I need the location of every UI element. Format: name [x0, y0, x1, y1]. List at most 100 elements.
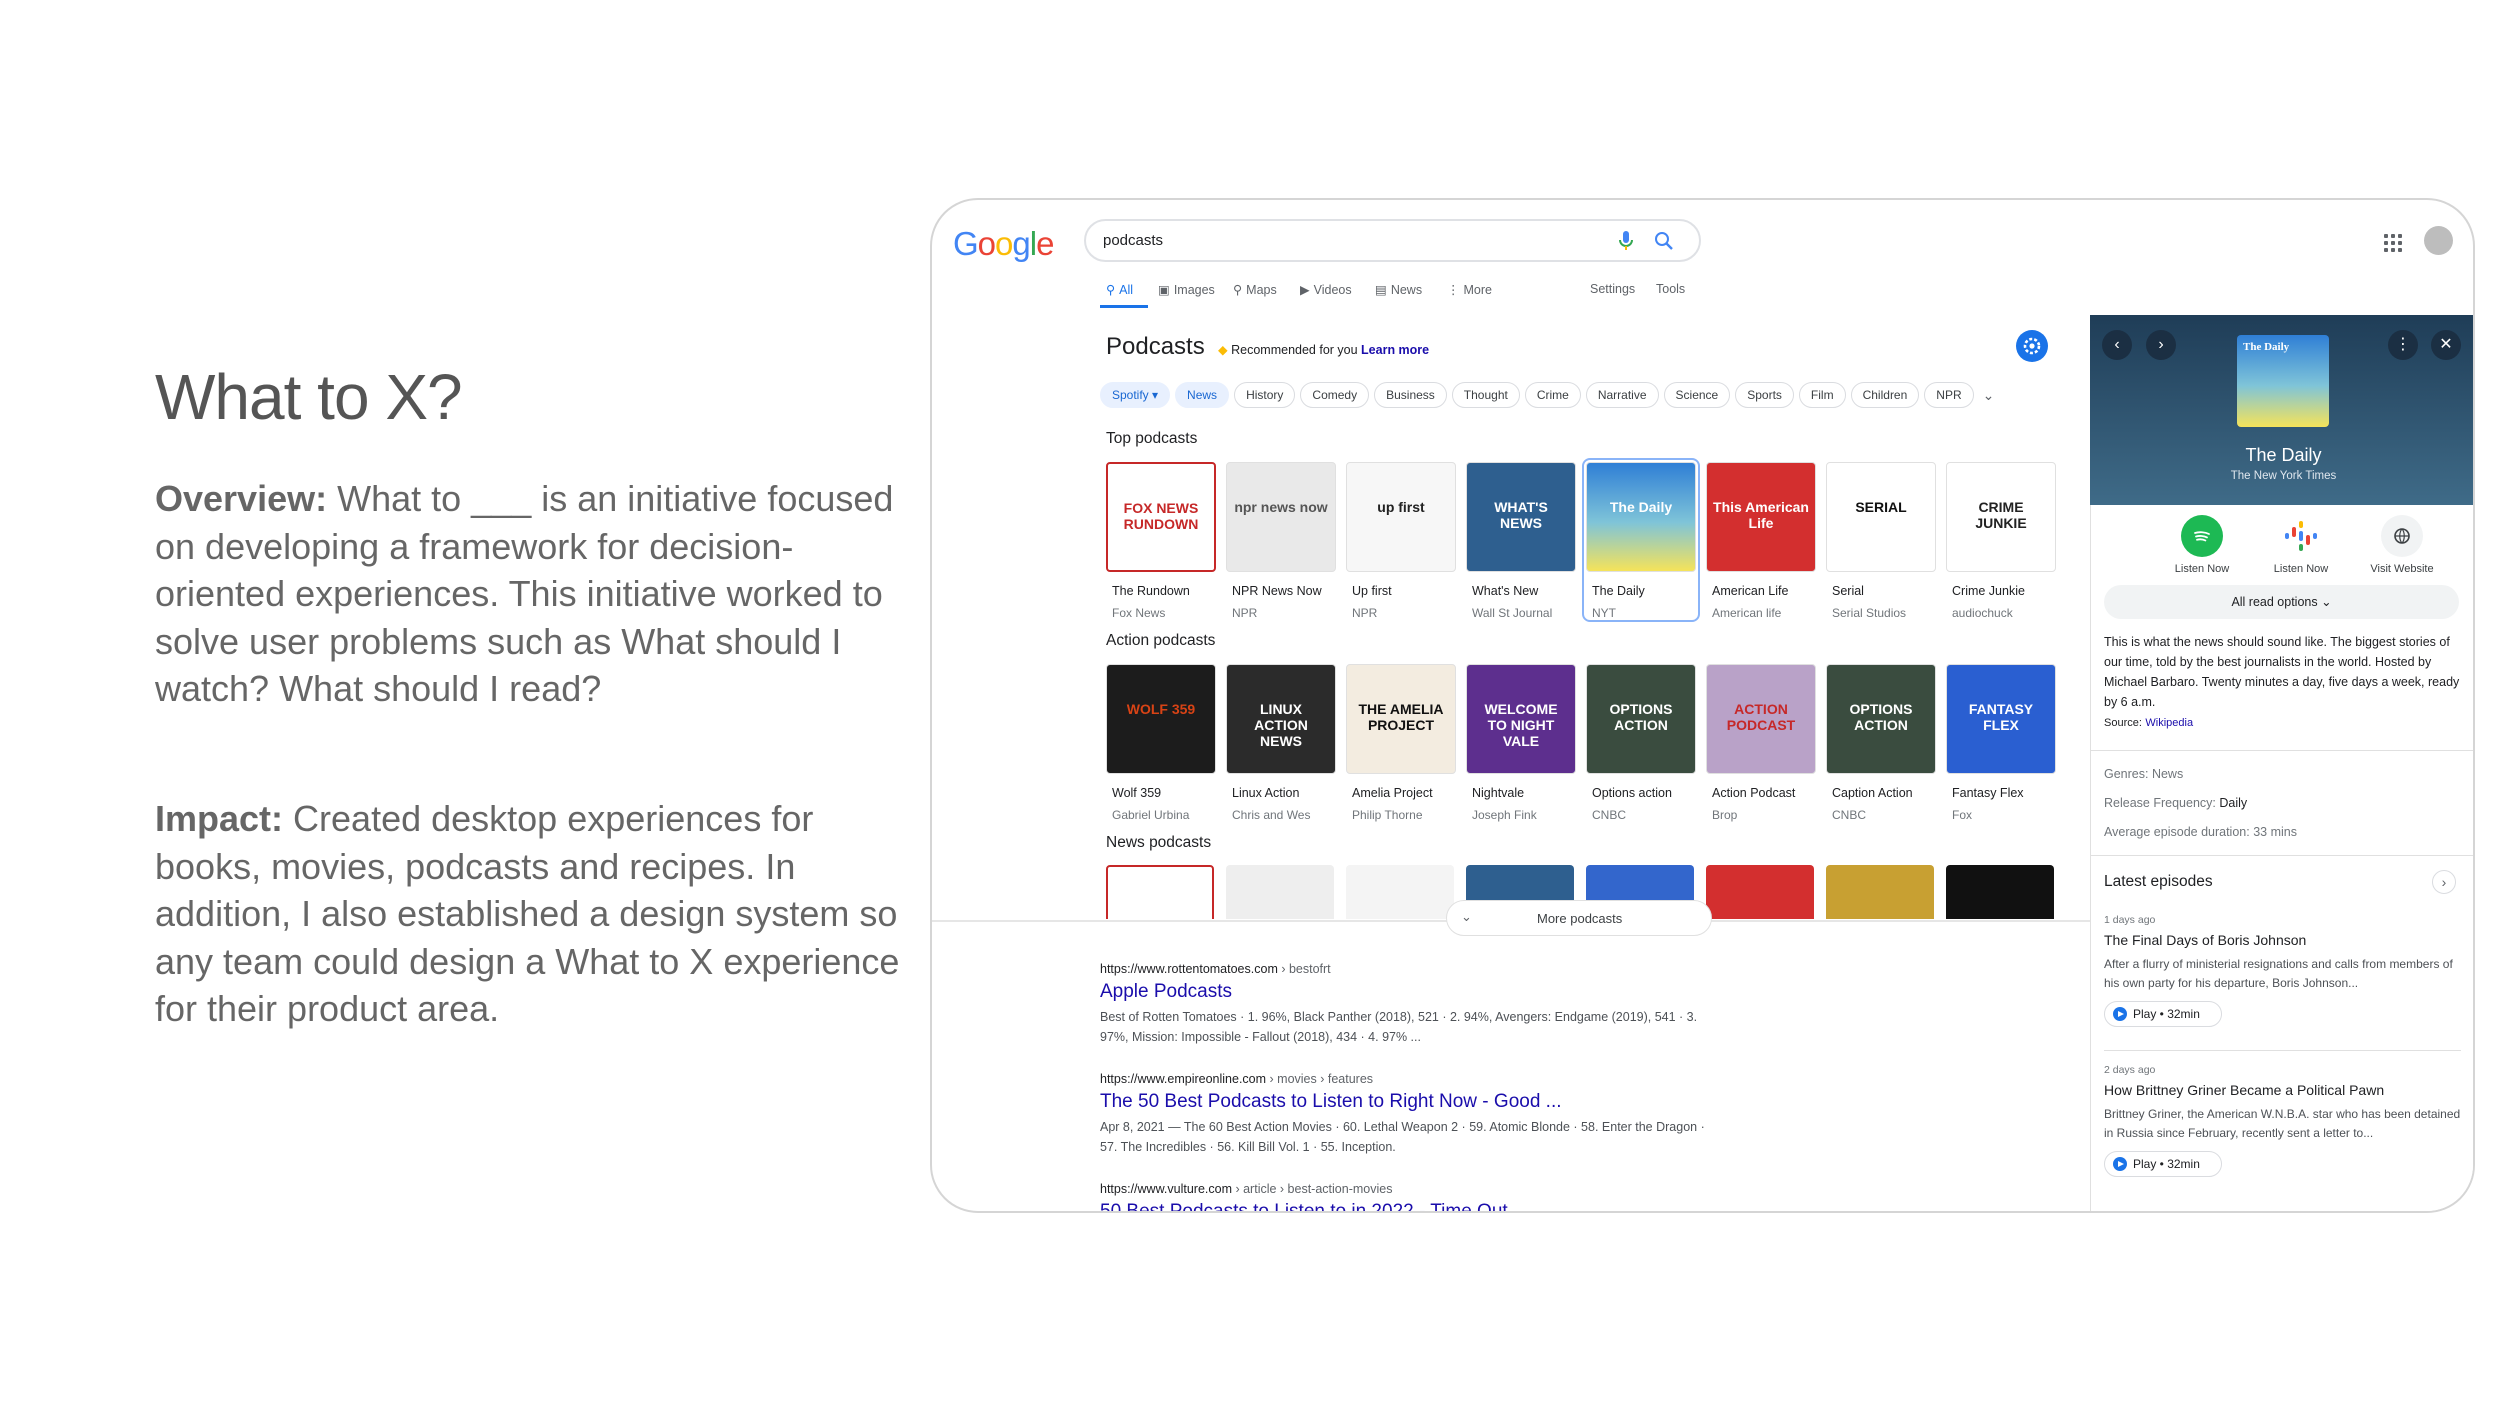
chip-npr[interactable]: NPR: [1924, 382, 1974, 408]
podcast-cover-text: WELCOME TO NIGHT VALE: [1484, 701, 1558, 749]
podcast-cover[interactable]: ACTION PODCAST: [1706, 664, 1816, 774]
podcast-cover-text: npr news now: [1234, 499, 1328, 515]
podcast-cover[interactable]: SERIAL: [1826, 462, 1936, 572]
avatar[interactable]: [2424, 226, 2453, 255]
mic-icon[interactable]: [1618, 230, 1634, 252]
podcast-name[interactable]: Fantasy Flex: [1952, 786, 2024, 800]
chip-business[interactable]: Business: [1374, 382, 1447, 408]
tab-images[interactable]: ▣ Images: [1158, 282, 1215, 298]
chevron-down-icon[interactable]: ⌄: [1979, 382, 1995, 408]
podcast-name[interactable]: Options action: [1592, 786, 1672, 800]
wikipedia-link[interactable]: Wikipedia: [2145, 717, 2193, 729]
podcast-cover[interactable]: WOLF 359: [1106, 664, 1216, 774]
podcast-name[interactable]: Nightvale: [1472, 786, 1524, 800]
settings-link[interactable]: Settings: [1590, 282, 1635, 296]
play-button[interactable]: Play • 32min: [2104, 1001, 2222, 1027]
podcast-cover[interactable]: This American Life: [1706, 462, 1816, 572]
chip-spotify[interactable]: Spotify ▾: [1100, 382, 1171, 408]
podcast-cover[interactable]: THE AMELIA PROJECT: [1346, 664, 1456, 774]
more-podcasts-button[interactable]: ⌄ More podcasts: [1446, 900, 1712, 936]
podcast-publisher: NPR: [1232, 606, 1258, 620]
podcast-name[interactable]: Action Podcast: [1712, 786, 1795, 800]
chip-science[interactable]: Science: [1663, 382, 1731, 408]
play-button[interactable]: Play • 32min: [2104, 1151, 2222, 1177]
tools-link[interactable]: Tools: [1656, 282, 1685, 296]
podcast-publisher: NPR: [1352, 606, 1378, 620]
chip-narrative[interactable]: Narrative: [1585, 382, 1659, 408]
tab-news[interactable]: ▤ News: [1375, 282, 1422, 298]
podcast-name[interactable]: The Daily: [1592, 584, 1645, 598]
image-icon: ▣: [1158, 283, 1170, 297]
podcast-name[interactable]: Wolf 359: [1112, 786, 1161, 800]
podcast-cover[interactable]: OPTIONS ACTION: [1586, 664, 1696, 774]
chip-news[interactable]: News: [1175, 382, 1230, 408]
chip-crime[interactable]: Crime: [1524, 382, 1581, 408]
podcast-name[interactable]: What's New: [1472, 584, 1538, 598]
search-small-icon: ⚲: [1106, 283, 1116, 297]
spotify-listen-button[interactable]: Listen Now: [2162, 515, 2242, 575]
tab-maps[interactable]: ⚲ Maps: [1233, 282, 1277, 298]
chip-history[interactable]: History: [1234, 382, 1296, 408]
podcast-publisher: American life: [1712, 606, 1782, 620]
podcast-cover-text: WOLF 359: [1126, 701, 1196, 717]
podcast-cover[interactable]: npr news now: [1226, 462, 1336, 572]
google-logo[interactable]: Google: [953, 225, 1054, 263]
podcast-name[interactable]: Serial: [1832, 584, 1864, 598]
more-vert-icon[interactable]: ⋮: [2388, 330, 2418, 360]
episode-item[interactable]: 1 days ago The Final Days of Boris Johns…: [2104, 914, 2461, 1027]
podcast-name[interactable]: Crime Junkie: [1952, 584, 2025, 598]
learn-more-link[interactable]: Learn more: [1361, 343, 1429, 357]
tab-videos[interactable]: ▶ Videos: [1300, 282, 1352, 298]
chip-children[interactable]: Children: [1850, 382, 1920, 408]
apps-grid-icon[interactable]: [2384, 234, 2402, 252]
result-title[interactable]: Apple Podcasts: [1100, 981, 1720, 1003]
search-query[interactable]: podcasts: [1103, 232, 1163, 249]
close-icon[interactable]: ✕: [2431, 330, 2461, 360]
prev-icon[interactable]: ‹: [2102, 330, 2132, 360]
visit-website-button[interactable]: Visit Website: [2362, 515, 2442, 575]
settings-gear-icon[interactable]: [2016, 330, 2048, 362]
search-result-1[interactable]: https://www.rottentomatoes.com › bestofr…: [1100, 962, 1720, 1047]
tab-more[interactable]: ⋮ More: [1447, 282, 1492, 298]
podcast-cover[interactable]: OPTIONS ACTION: [1826, 664, 1936, 774]
podcast-cover[interactable]: LINUX ACTION NEWS: [1226, 664, 1336, 774]
podcast-name[interactable]: NPR News Now: [1232, 584, 1322, 598]
next-icon[interactable]: ›: [2146, 330, 2176, 360]
search-box[interactable]: podcasts: [1084, 219, 1701, 262]
search-result-3[interactable]: https://www.vulture.com › article › best…: [1100, 1182, 1508, 1211]
google-podcasts-icon: [2280, 515, 2322, 557]
chip-thought[interactable]: Thought: [1451, 382, 1520, 408]
result-title[interactable]: The 50 Best Podcasts to Listen to Right …: [1100, 1091, 1720, 1113]
podcast-cover[interactable]: WELCOME TO NIGHT VALE: [1466, 664, 1576, 774]
chip-sports[interactable]: Sports: [1735, 382, 1794, 408]
podcast-name[interactable]: Linux Action: [1232, 786, 1299, 800]
podcast-cover[interactable]: The Daily: [1586, 462, 1696, 572]
search-result-2[interactable]: https://www.empireonline.com › movies › …: [1100, 1072, 1720, 1157]
podcast-cover[interactable]: WHAT'S NEWS: [1466, 462, 1576, 572]
podcast-name[interactable]: Caption Action: [1832, 786, 1913, 800]
chip-film[interactable]: Film: [1798, 382, 1846, 408]
episode-item[interactable]: 2 days ago How Brittney Griner Became a …: [2104, 1064, 2461, 1177]
podcast-cover[interactable]: FOX NEWS RUNDOWN: [1106, 462, 1216, 572]
read-options-button[interactable]: All read options ⌄: [2104, 585, 2459, 619]
chevron-right-icon[interactable]: ›: [2432, 870, 2456, 894]
news-icon: ▤: [1375, 283, 1387, 297]
podcast-cover[interactable]: CRIME JUNKIE: [1946, 462, 2056, 572]
result-title[interactable]: 50 Best Podcasts to Listen to in 2022 - …: [1100, 1201, 1508, 1211]
search-icon[interactable]: [1654, 231, 1674, 251]
duration-row: Average episode duration: 33 mins: [2104, 825, 2297, 839]
podcast-cover[interactable]: FANTASY FLEX: [1946, 664, 2056, 774]
google-podcasts-listen-button[interactable]: Listen Now: [2261, 515, 2341, 575]
slide-title: What to X?: [155, 361, 463, 433]
genres-row: Genres: News: [2104, 767, 2184, 781]
podcast-name[interactable]: American Life: [1712, 584, 1788, 598]
podcast-cover[interactable]: up first: [1346, 462, 1456, 572]
podcast-name[interactable]: The Rundown: [1112, 584, 1190, 598]
podcast-name[interactable]: Amelia Project: [1352, 786, 1433, 800]
chip-comedy[interactable]: Comedy: [1300, 382, 1370, 408]
podcast-cover-text: The Daily: [1609, 499, 1673, 515]
podcast-cover-text: WHAT'S NEWS: [1494, 499, 1548, 531]
panel-title: The Daily: [2245, 445, 2322, 465]
tab-all[interactable]: ⚲ All: [1106, 282, 1133, 298]
podcast-name[interactable]: Up first: [1352, 584, 1392, 598]
